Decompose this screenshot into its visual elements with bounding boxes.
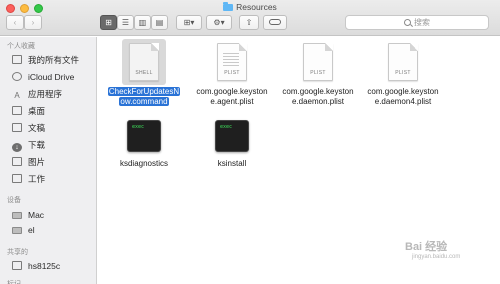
- sidebar-item-label: Mac: [28, 210, 45, 220]
- cloud-icon: [12, 72, 22, 81]
- applications-icon: A: [14, 91, 20, 100]
- file-name: CheckForUpdatesN ow.command: [99, 87, 189, 107]
- sidebar-item-work[interactable]: 工作: [12, 172, 96, 186]
- search-icon: [404, 19, 411, 26]
- sidebar-section-devices: 设备: [7, 197, 21, 204]
- file-name: ksinstall: [217, 159, 247, 168]
- file-name: com.google.keyston e.daemon.plist: [273, 87, 363, 107]
- back-button[interactable]: ‹: [6, 15, 24, 30]
- sidebar-item-applications[interactable]: A 应用程序: [12, 87, 96, 101]
- file-item[interactable]: PLIST com.google.keyston e.daemon.plist: [273, 39, 363, 109]
- desktop-icon: [12, 106, 22, 115]
- title-bar: Resources ‹ › ⊞ ☰ ▥ ▤ ⊞▾ ⚙▾ ⇧ 搜索: [0, 0, 500, 36]
- finder-window: Resources ‹ › ⊞ ☰ ▥ ▤ ⊞▾ ⚙▾ ⇧ 搜索 个人收藏 我的…: [0, 0, 500, 284]
- file-name-line1: com.google.keyston: [282, 87, 354, 96]
- sidebar-item-label: 我的所有文件: [28, 55, 80, 65]
- documents-icon: [12, 123, 22, 132]
- share-button[interactable]: ⇧: [239, 15, 259, 30]
- executable-icon: exec: [215, 120, 249, 152]
- sidebar-section-tags: 标记: [7, 279, 21, 284]
- file-kind-label: PLIST: [310, 70, 326, 76]
- file-item[interactable]: SHELL CheckForUpdatesN ow.command: [99, 39, 189, 109]
- sidebar-item-icloud-drive[interactable]: iCloud Drive: [12, 70, 96, 84]
- file-name-line1: com.google.keyston: [367, 87, 439, 96]
- sidebar-item-label: 文稿: [28, 123, 46, 133]
- sidebar-item-el[interactable]: el: [12, 223, 96, 237]
- plist-file-icon: PLIST: [388, 43, 418, 81]
- tag-icon: [269, 19, 281, 25]
- pictures-icon: [12, 157, 22, 166]
- shell-script-icon: SHELL: [129, 43, 159, 81]
- file-name-line2: e.daemon4.plist: [374, 97, 432, 106]
- search-placeholder: 搜索: [414, 18, 430, 27]
- sidebar-item-label: 下载: [28, 140, 46, 150]
- file-item[interactable]: exec ksinstall: [187, 117, 277, 172]
- window-title: Resources: [0, 2, 500, 12]
- action-button[interactable]: ⚙▾: [206, 15, 232, 30]
- document-lines: [223, 53, 239, 67]
- computer-icon: [12, 212, 22, 219]
- executable-icon: exec: [127, 120, 161, 152]
- file-name-line2: e.agent.plist: [210, 97, 254, 106]
- sidebar-item-label: 工作: [28, 174, 46, 184]
- forward-button[interactable]: ›: [24, 15, 42, 30]
- file-kind-label: SHELL: [135, 70, 153, 76]
- file-name: ksdiagnostics: [119, 159, 169, 168]
- sidebar-item-desktop[interactable]: 桌面: [12, 104, 96, 118]
- monitor-icon: [12, 261, 22, 270]
- window-title-text: Resources: [236, 2, 277, 12]
- file-item[interactable]: exec ksdiagnostics: [99, 117, 189, 172]
- sidebar-item-documents[interactable]: 文稿: [12, 121, 96, 135]
- vertical-scrollbar[interactable]: [492, 38, 497, 284]
- icon-view-button[interactable]: ⊞: [100, 15, 117, 30]
- file-name-line1: com.google.keyston: [196, 87, 268, 96]
- cover-flow-button[interactable]: ▤: [151, 15, 168, 30]
- watermark-url: jingyan.baidu.com: [412, 254, 461, 260]
- sidebar-item-downloads[interactable]: ↓ 下载: [12, 138, 96, 152]
- column-view-button[interactable]: ▥: [134, 15, 151, 30]
- file-name: com.google.keyston e.agent.plist: [187, 87, 277, 107]
- sidebar-item-label: iCloud Drive: [28, 72, 75, 82]
- sidebar-item-label: hs8125c: [28, 261, 61, 271]
- sidebar-item-pictures[interactable]: 图片: [12, 155, 96, 169]
- file-name-line2: ow.command: [119, 97, 169, 106]
- sidebar: 个人收藏 我的所有文件 iCloud Drive A 应用程序 桌面 文稿 ↓ 下载…: [0, 37, 97, 284]
- plist-file-icon: PLIST: [217, 43, 247, 81]
- sidebar-item-label: 桌面: [28, 106, 46, 116]
- downloads-icon: ↓: [12, 143, 22, 152]
- file-kind-label: PLIST: [224, 70, 240, 76]
- file-name: com.google.keyston e.daemon4.plist: [358, 87, 448, 107]
- file-item[interactable]: PLIST com.google.keyston e.daemon4.plist: [358, 39, 448, 109]
- sidebar-item-mac[interactable]: Mac: [12, 208, 96, 222]
- plist-file-icon: PLIST: [303, 43, 333, 81]
- sidebar-section-favorites: 个人收藏: [7, 43, 35, 50]
- watermark: Bai 经验: [405, 241, 448, 253]
- search-field[interactable]: 搜索: [345, 15, 489, 30]
- disk-icon: [12, 227, 22, 234]
- tag-button[interactable]: [263, 15, 287, 30]
- sidebar-item-hs8125c[interactable]: hs8125c: [12, 259, 96, 273]
- file-name-line2: e.daemon.plist: [291, 97, 345, 106]
- sidebar-section-shared: 共享的: [7, 249, 28, 256]
- sidebar-item-all-my-files[interactable]: 我的所有文件: [12, 53, 96, 67]
- folder-icon: [223, 2, 234, 11]
- sidebar-item-label: 图片: [28, 157, 46, 167]
- list-view-button[interactable]: ☰: [117, 15, 134, 30]
- file-name-line1: CheckForUpdatesN: [107, 87, 181, 96]
- all-files-icon: [12, 55, 22, 64]
- sidebar-item-label: el: [28, 225, 35, 235]
- folder-icon: [12, 174, 22, 183]
- sidebar-item-label: 应用程序: [28, 89, 63, 99]
- file-kind-label: PLIST: [395, 70, 411, 76]
- file-item[interactable]: PLIST com.google.keyston e.agent.plist: [187, 39, 277, 109]
- exec-label: exec: [132, 124, 145, 130]
- arrange-button[interactable]: ⊞▾: [176, 15, 202, 30]
- exec-label: exec: [220, 124, 233, 130]
